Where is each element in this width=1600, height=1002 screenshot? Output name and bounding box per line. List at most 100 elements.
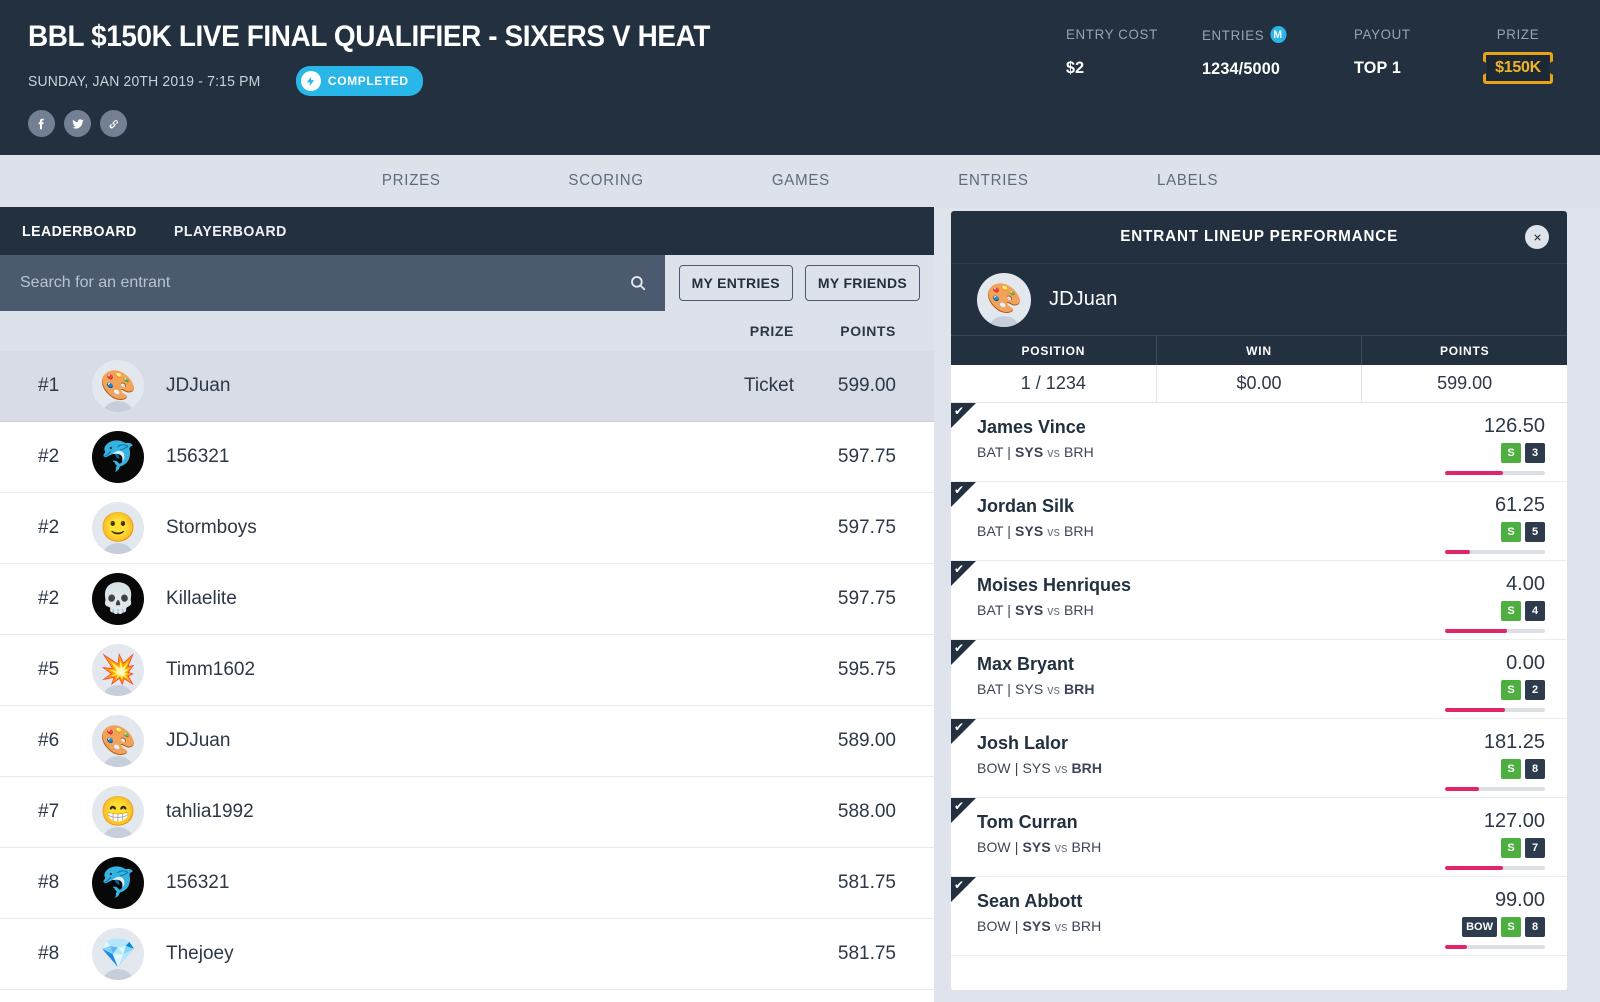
leaderboard-points: 597.75 — [837, 588, 896, 609]
leaderboard-entrant-name[interactable]: tahlia1992 — [144, 801, 644, 823]
player-progress-bar — [1445, 866, 1545, 870]
multi-entry-icon[interactable]: M — [1269, 26, 1287, 43]
stat-entry-cost-label: ENTRY COST — [1066, 26, 1158, 42]
progress-fill — [1445, 866, 1503, 870]
table-row[interactable]: #2 🙂 Stormboys 597.75 — [0, 493, 934, 564]
list-item[interactable]: ✔ Jordan Silk BAT | SYS vs BRH 61.25 S 5 — [951, 482, 1567, 561]
table-row[interactable]: #5 💥 Timm1602 595.75 — [0, 635, 934, 706]
player-score: 126.50 — [1483, 415, 1545, 437]
leaderboard-entrant-name[interactable]: 156321 — [144, 872, 644, 894]
stat-entries-value: 1234/5000 — [1202, 59, 1281, 78]
table-row[interactable]: #2 💀 Killaelite 597.75 — [0, 564, 934, 635]
list-item[interactable]: ✔ Max Bryant BAT | SYS vs BRH 0.00 S 2 — [951, 640, 1567, 719]
progress-fill — [1445, 945, 1467, 949]
player-score: 61.25 — [1494, 494, 1545, 516]
table-row[interactable]: #2 🐬 156321 597.75 — [0, 422, 934, 493]
leaderboard-rank: #2 — [38, 517, 60, 538]
search-box[interactable] — [0, 255, 665, 311]
search-input[interactable] — [20, 274, 629, 292]
leaderboard-entrant-name[interactable]: Stormboys — [144, 517, 644, 539]
player-progress-bar — [1445, 471, 1545, 475]
check-icon: ✔ — [954, 483, 965, 497]
column-header-prize: PRIZE — [749, 323, 794, 339]
table-row[interactable]: #8 🐬 156321 581.75 — [0, 848, 934, 919]
leaderboard-points: 581.75 — [837, 943, 896, 964]
stats-value-win: $0.00 — [1157, 365, 1363, 402]
tab-leaderboard[interactable]: LEADERBOARD — [22, 223, 137, 240]
contest-date: SUNDAY, JAN 20TH 2019 - 7:15 PM — [28, 72, 261, 90]
page-title: BBL $150K LIVE FINAL QUALIFIER - SIXERS … — [28, 20, 711, 53]
search-row: MY ENTRIES MY FRIENDS — [0, 255, 934, 311]
nav-item-scoring[interactable]: SCORING — [510, 172, 702, 190]
list-item[interactable]: ✔ Sean Abbott BOW | SYS vs BRH 99.00 BOW S 8 — [951, 877, 1567, 956]
leaderboard-panel: LEADERBOARD PLAYERBOARD MY ENTRIES MY FR… — [0, 207, 934, 1002]
player-score-block: 61.25 S 5 — [1445, 495, 1545, 560]
leaderboard-entrant-name[interactable]: JDJuan — [144, 730, 644, 752]
player-info: Josh Lalor BOW | SYS vs BRH — [973, 732, 1102, 797]
leaderboard-entrant-name[interactable]: 156321 — [144, 446, 644, 468]
lineup-stats-header: POSITION WIN POINTS — [951, 335, 1567, 365]
player-info: Sean Abbott BOW | SYS vs BRH — [973, 890, 1101, 955]
player-info: Moises Henriques BAT | SYS vs BRH — [973, 574, 1131, 639]
status-badge: 4 — [1525, 601, 1545, 621]
check-icon: ✔ — [954, 404, 965, 418]
status-badge: S — [1501, 838, 1521, 858]
list-item[interactable]: ✔ James Vince BAT | SYS vs BRH 126.50 S 3 — [951, 403, 1567, 482]
gem-avatar: 💎 — [99, 937, 137, 970]
column-header-points: POINTS — [840, 323, 896, 339]
nav-item-prizes[interactable]: PRIZES — [323, 172, 498, 190]
list-item[interactable]: ✔ Josh Lalor BOW | SYS vs BRH 181.25 S 8 — [951, 719, 1567, 798]
leaderboard-entrant-name[interactable]: JDJuan — [144, 375, 644, 397]
progress-fill — [1445, 471, 1503, 475]
table-row[interactable]: #1 🎨 JDJuan Ticket 599.00 — [0, 351, 934, 422]
lineup-entrant-row: 🎨 JDJuan — [951, 263, 1567, 335]
check-icon: ✔ — [954, 799, 965, 813]
player-badges: S5 — [1501, 522, 1545, 542]
leaderboard-entrant-name[interactable]: Killaelite — [144, 588, 644, 610]
player-name: Sean Abbott — [977, 891, 1083, 911]
close-icon[interactable] — [1525, 225, 1549, 249]
table-row[interactable]: #7 😁 tahlia1992 588.00 — [0, 777, 934, 848]
status-badge: S — [1501, 601, 1521, 621]
player-progress-bar — [1445, 629, 1545, 633]
smile-avatar: 🙂 — [99, 511, 137, 544]
link-icon[interactable] — [100, 110, 127, 137]
stat-entry-cost-value: $2 — [1066, 58, 1085, 77]
list-item[interactable]: ✔ Moises Henriques BAT | SYS vs BRH 4.00 S 4 — [951, 561, 1567, 640]
leaderboard-entrant-name[interactable]: Thejoey — [144, 943, 644, 965]
status-badge: COMPLETED — [295, 66, 423, 96]
player-name: Jordan Silk — [977, 496, 1075, 516]
palette-avatar: 🎨 — [99, 724, 137, 757]
leaderboard-entrant-name[interactable]: Timm1602 — [144, 659, 644, 681]
skull-avatar: 💀 — [99, 582, 137, 615]
tab-playerboard[interactable]: PLAYERBOARD — [174, 223, 287, 240]
explosion-avatar: 💥 — [99, 653, 137, 686]
leaderboard-rank: #7 — [38, 801, 60, 822]
table-row[interactable]: #6 🎨 JDJuan 589.00 — [0, 706, 934, 777]
my-entries-button[interactable]: MY ENTRIES — [678, 265, 793, 301]
nav-item-entries[interactable]: ENTRIES — [900, 172, 1087, 190]
nav-item-games[interactable]: GAMES — [714, 172, 889, 190]
nav-item-labels[interactable]: LABELS — [1099, 172, 1277, 190]
player-badges: BOW S 8 — [1462, 917, 1545, 937]
facebook-icon[interactable] — [28, 110, 55, 137]
leaderboard-column-headers: PRIZE POINTS — [0, 311, 934, 351]
list-item[interactable]: ✔ Tom Curran BOW | SYS vs BRH 127.00 S 7 — [951, 798, 1567, 877]
status-badge: 8 — [1525, 759, 1545, 779]
avatar: 💀 — [92, 573, 144, 625]
progress-fill — [1445, 550, 1470, 554]
leaderboard-points: 581.75 — [837, 872, 896, 893]
stat-prize: PRIZE $150K — [1464, 26, 1572, 84]
leaderboard-rank: #8 — [38, 872, 60, 893]
status-badge: 2 — [1525, 680, 1545, 700]
search-icon[interactable] — [629, 274, 647, 292]
player-badges: S7 — [1501, 838, 1545, 858]
check-icon: ✔ — [954, 720, 965, 734]
player-badges: S8 — [1501, 759, 1545, 779]
twitter-icon[interactable] — [64, 110, 91, 137]
lineup-entrant-name: JDJuan — [1049, 288, 1118, 310]
player-badges: S2 — [1501, 680, 1545, 700]
table-row[interactable]: #8 💎 Thejoey 581.75 — [0, 919, 934, 990]
my-friends-button[interactable]: MY FRIENDS — [804, 265, 920, 301]
lineup-stats-values: 1 / 1234 $0.00 599.00 — [951, 365, 1567, 403]
